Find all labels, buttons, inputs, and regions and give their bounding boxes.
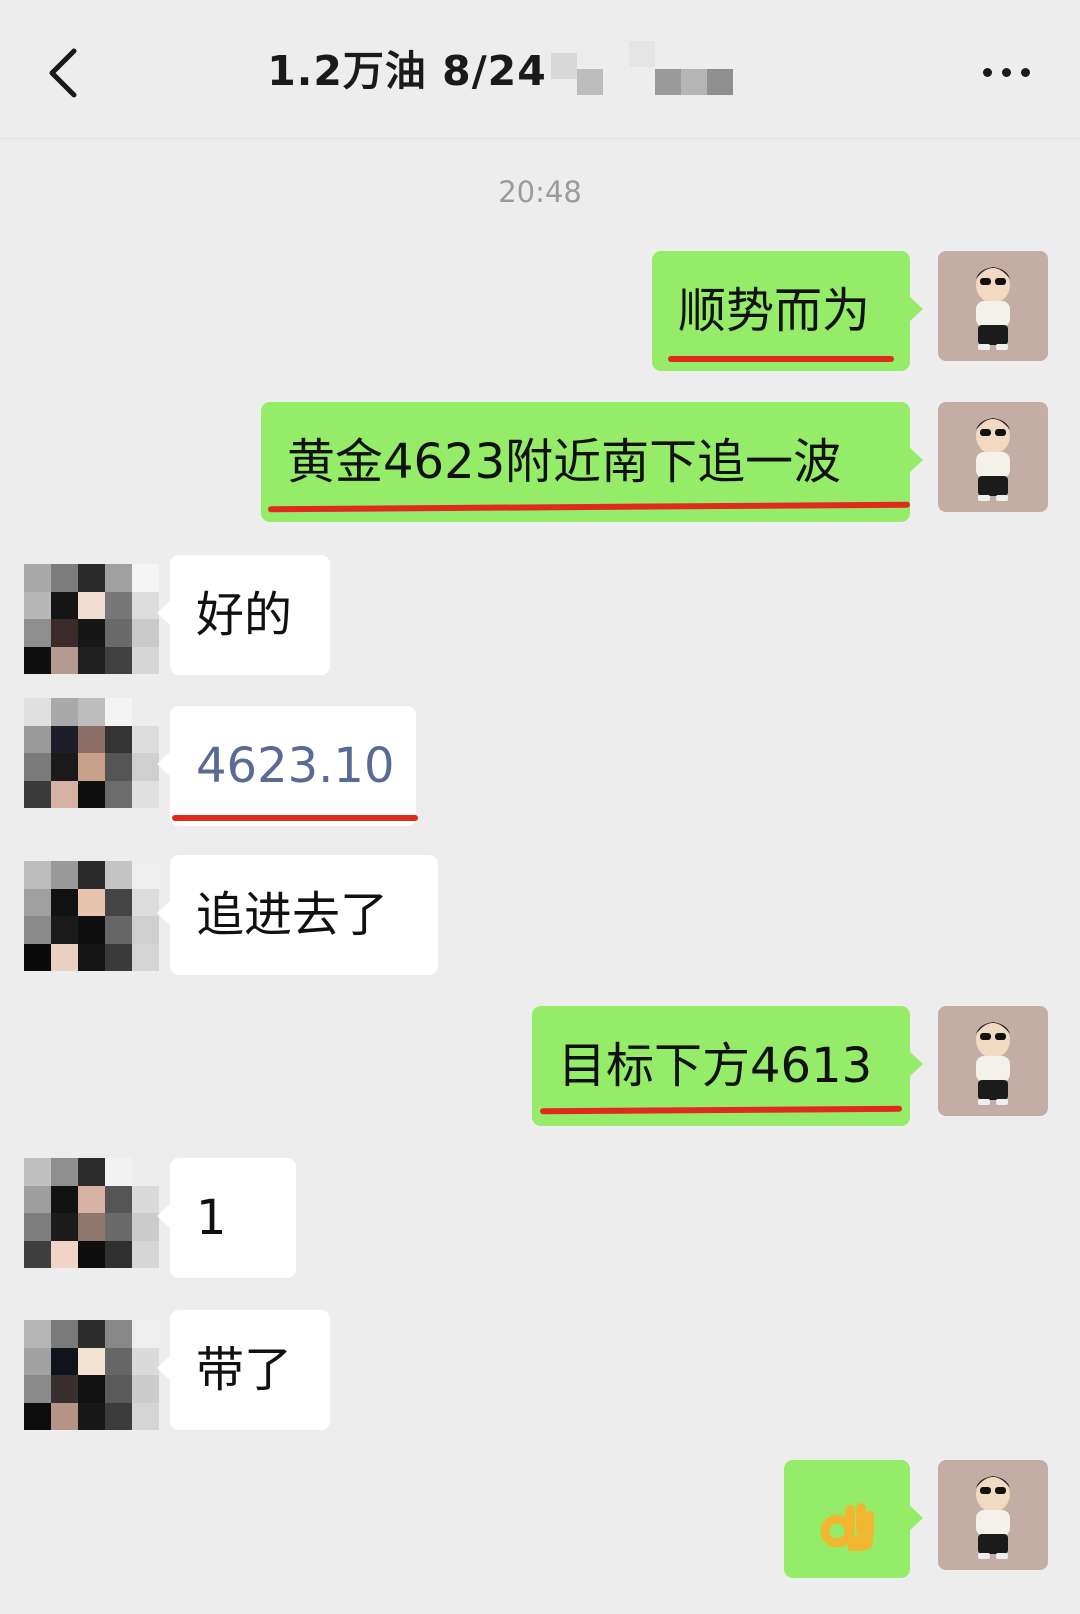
- cartoon-boy-icon: [976, 1022, 1010, 1105]
- message-text: 目标下方4613: [558, 1038, 873, 1094]
- message-timestamp: 20:48: [498, 175, 582, 209]
- message-bubble-incoming[interactable]: 带了: [157, 1310, 330, 1430]
- chat-title: 1.2万油 8/24: [267, 37, 733, 97]
- my-avatar[interactable]: [938, 1460, 1048, 1570]
- red-underline: [172, 815, 418, 821]
- cartoon-boy-icon: [976, 1476, 1010, 1559]
- message-text: 黄金4623附近南下追一波: [287, 434, 842, 490]
- message-text: 顺势而为: [678, 283, 871, 339]
- message-text: 追进去了: [196, 887, 389, 943]
- message-bubble-incoming[interactable]: 4623.10: [157, 706, 416, 826]
- contact-avatar-pixelated[interactable]: [24, 564, 159, 674]
- chat-header: 1.2万油 8/24: [0, 0, 1080, 139]
- message-text: 好的: [196, 587, 293, 643]
- ok-hand-icon: [820, 1503, 874, 1551]
- contact-avatar-pixelated[interactable]: [24, 1320, 159, 1430]
- red-underline: [668, 356, 894, 362]
- cartoon-boy-icon: [976, 267, 1010, 350]
- redacted-name: [550, 41, 733, 95]
- my-avatar[interactable]: [938, 402, 1048, 512]
- message-bubble-outgoing[interactable]: [784, 1460, 923, 1578]
- message-bubble-incoming[interactable]: 1: [157, 1158, 296, 1278]
- message-bubble-outgoing[interactable]: 顺势而为: [652, 251, 923, 371]
- contact-avatar-pixelated[interactable]: [24, 698, 159, 808]
- my-avatar[interactable]: [938, 1006, 1048, 1116]
- cartoon-boy-icon: [976, 418, 1010, 501]
- message-bubble-incoming[interactable]: 好的: [157, 555, 330, 675]
- message-text: 1: [196, 1190, 227, 1246]
- message-bubble-incoming[interactable]: 追进去了: [157, 855, 438, 975]
- number-link[interactable]: 4623.10: [196, 738, 395, 794]
- chat-title-text: 1.2万油 8/24: [267, 47, 547, 95]
- more-dots-icon[interactable]: [978, 58, 1042, 88]
- my-avatar[interactable]: [938, 251, 1048, 361]
- contact-avatar-pixelated[interactable]: [24, 861, 159, 971]
- contact-avatar-pixelated[interactable]: [24, 1158, 159, 1268]
- message-text: 带了: [196, 1342, 293, 1398]
